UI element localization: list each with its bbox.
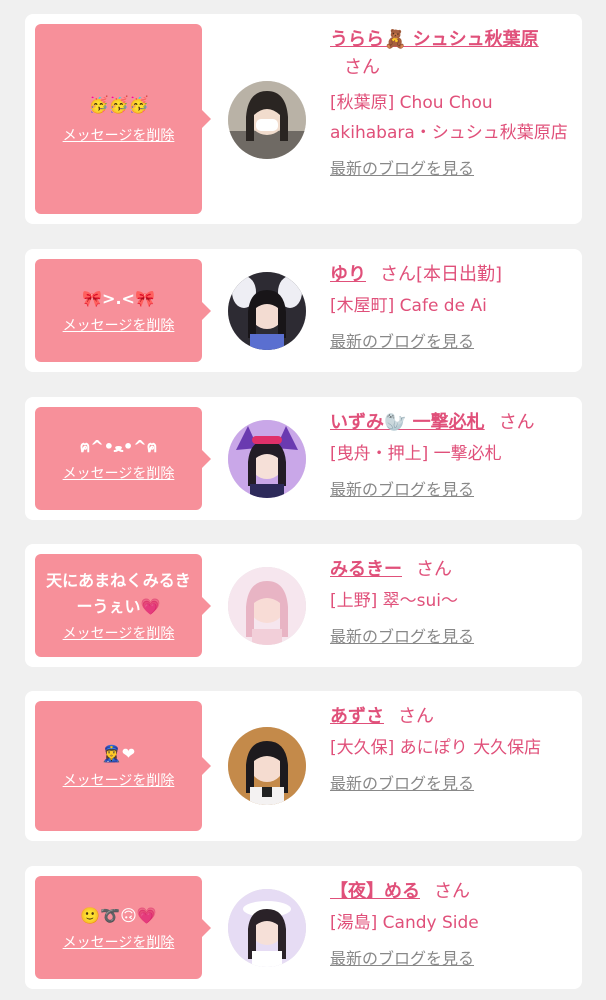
message-bubble: 🎀>.<🎀 メッセージを削除 xyxy=(35,259,211,362)
shop-name: [木屋町] Cafe de Ai xyxy=(330,296,487,316)
avatar[interactable] xyxy=(228,567,306,645)
message-text: ฅ^•ﻌ•^ฅ xyxy=(79,436,158,456)
delete-message-link[interactable]: メッセージを削除 xyxy=(63,624,175,644)
message-bubble: 🥳🥳🥳 メッセージを削除 xyxy=(35,24,211,214)
message-text: 天にあまねくみるきーうぇい💗 xyxy=(46,570,191,616)
shop-name: [湯島] Candy Side xyxy=(330,913,479,933)
delete-message-link[interactable]: メッセージを削除 xyxy=(63,771,175,791)
info-block: うらら🧸 シュシュ秋葉原さん [秋葉原] Chou Chou akihabara… xyxy=(330,26,570,180)
latest-blog-link[interactable]: 最新のブログを見る xyxy=(330,626,474,648)
info-block: ゆり さん[本日出勤] [木屋町] Cafe de Ai 最新のブログを見る xyxy=(330,261,570,353)
message-card: ฅ^•ﻌ•^ฅ メッセージを削除 いずみ🦭 一撃必札 さん [曳舟・押上] 一撃必… xyxy=(25,397,582,520)
message-list: 🥳🥳🥳 メッセージを削除 うらら🧸 シュシュ秋葉原さん [秋葉原] Chou C… xyxy=(0,0,606,1000)
latest-blog-link[interactable]: 最新のブログを見る xyxy=(330,158,474,180)
attendance-status: [本日出勤] xyxy=(416,264,503,285)
latest-blog-link[interactable]: 最新のブログを見る xyxy=(330,773,474,795)
avatar[interactable] xyxy=(228,727,306,805)
name-line: あずさ さん xyxy=(330,703,570,731)
name-line: ゆり さん[本日出勤] xyxy=(330,261,570,289)
shop-name: [秋葉原] Chou Chou akihabara・シュシュ秋葉原店 xyxy=(330,93,568,143)
message-card: 🙂➰🙃💗 メッセージを削除 【夜】める さん [湯島] Candy Side 最新… xyxy=(25,866,582,989)
honorific: さん xyxy=(344,57,380,78)
message-card: 天にあまねくみるきーうぇい💗 メッセージを削除 みるきー さん [上野] 翠〜su… xyxy=(25,544,582,667)
latest-blog-link[interactable]: 最新のブログを見る xyxy=(330,479,474,501)
honorific: さん xyxy=(434,881,470,902)
message-bubble: 天にあまねくみるきーうぇい💗 メッセージを削除 xyxy=(35,554,211,657)
message-card: 👮‍♀️❤ メッセージを削除 あずさ さん [大久保] あにぽり 大久保店 最新の… xyxy=(25,691,582,841)
delete-message-link[interactable]: メッセージを削除 xyxy=(63,126,175,146)
delete-message-link[interactable]: メッセージを削除 xyxy=(63,464,175,484)
latest-blog-link[interactable]: 最新のブログを見る xyxy=(330,331,474,353)
avatar[interactable] xyxy=(228,81,306,159)
message-card: 🎀>.<🎀 メッセージを削除 ゆり さん[本日出勤] [木屋町] Cafe de … xyxy=(25,249,582,372)
message-text: 👮‍♀️❤ xyxy=(101,744,136,763)
user-name-link[interactable]: あずさ xyxy=(330,706,384,727)
shop-name: [大久保] あにぽり 大久保店 xyxy=(330,738,542,758)
latest-blog-link[interactable]: 最新のブログを見る xyxy=(330,948,474,970)
message-text: 🥳🥳🥳 xyxy=(88,95,149,114)
info-block: みるきー さん [上野] 翠〜sui〜 最新のブログを見る xyxy=(330,556,570,648)
name-line: いずみ🦭 一撃必札 さん xyxy=(330,409,570,437)
message-text: 🎀>.<🎀 xyxy=(82,288,155,308)
user-name-link[interactable]: みるきー xyxy=(330,559,402,580)
user-name-link[interactable]: いずみ🦭 一撃必札 xyxy=(330,412,485,433)
user-name-link[interactable]: 【夜】める xyxy=(330,881,420,902)
message-bubble: 🙂➰🙃💗 メッセージを削除 xyxy=(35,876,211,979)
shop-name: [曳舟・押上] 一撃必札 xyxy=(330,444,502,464)
honorific: さん xyxy=(416,559,452,580)
honorific: さん xyxy=(398,706,434,727)
name-line: うらら🧸 シュシュ秋葉原さん xyxy=(330,26,570,82)
message-card: 🥳🥳🥳 メッセージを削除 うらら🧸 シュシュ秋葉原さん [秋葉原] Chou C… xyxy=(25,14,582,224)
message-bubble: 👮‍♀️❤ メッセージを削除 xyxy=(35,701,211,831)
name-line: 【夜】める さん xyxy=(330,878,570,906)
info-block: いずみ🦭 一撃必札 さん [曳舟・押上] 一撃必札 最新のブログを見る xyxy=(330,409,570,501)
info-block: あずさ さん [大久保] あにぽり 大久保店 最新のブログを見る xyxy=(330,703,570,795)
user-name-link[interactable]: うらら🧸 シュシュ秋葉原 xyxy=(330,29,539,50)
user-name-link[interactable]: ゆり xyxy=(330,264,366,285)
info-block: 【夜】める さん [湯島] Candy Side 最新のブログを見る xyxy=(330,878,570,970)
name-line: みるきー さん xyxy=(330,556,570,584)
avatar[interactable] xyxy=(228,420,306,498)
shop-name: [上野] 翠〜sui〜 xyxy=(330,591,459,611)
honorific: さん xyxy=(380,264,416,285)
message-bubble: ฅ^•ﻌ•^ฅ メッセージを削除 xyxy=(35,407,211,510)
honorific: さん xyxy=(498,412,535,433)
delete-message-link[interactable]: メッセージを削除 xyxy=(63,316,175,336)
avatar[interactable] xyxy=(228,889,306,967)
delete-message-link[interactable]: メッセージを削除 xyxy=(63,933,175,953)
message-text: 🙂➰🙃💗 xyxy=(80,905,157,925)
avatar[interactable] xyxy=(228,272,306,350)
